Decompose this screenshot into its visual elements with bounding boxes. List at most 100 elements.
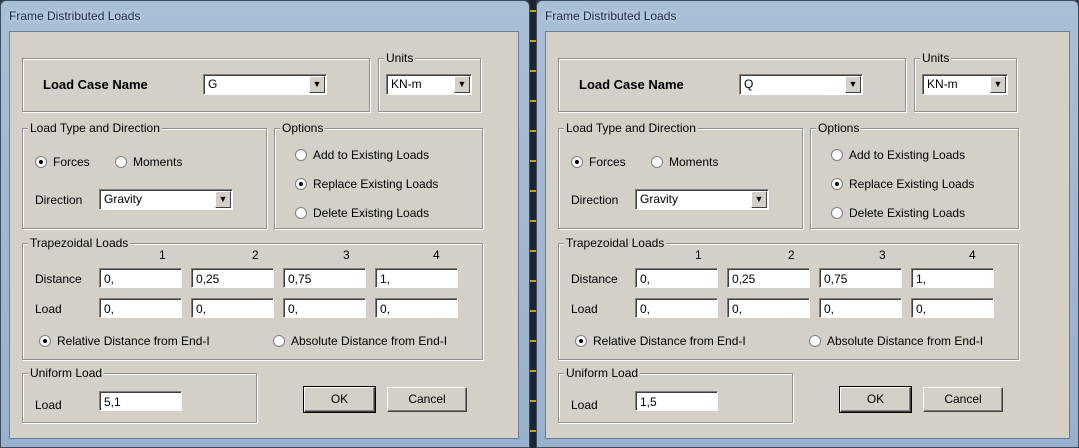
- absolute-distance-radio[interactable]: Absolute Distance from End-I: [273, 334, 447, 348]
- load-case-combo[interactable]: Q ▼: [739, 74, 863, 95]
- cancel-button[interactable]: Cancel: [387, 387, 467, 412]
- load-field-4[interactable]: [911, 298, 994, 318]
- frame-distributed-loads-dialog-g: Frame Distributed Loads Load Case Name G…: [0, 0, 530, 448]
- option-add-radio[interactable]: Add to Existing Loads: [295, 148, 429, 162]
- uniform-load-field[interactable]: [635, 391, 718, 411]
- ok-button[interactable]: OK: [303, 386, 376, 413]
- radio-unchecked-icon: [295, 149, 307, 161]
- uniform-load-label: Load: [571, 398, 598, 412]
- distance-field-2[interactable]: [191, 268, 274, 288]
- units-group: Units KN-m ▼: [914, 51, 1017, 112]
- options-group-label: Options: [816, 121, 862, 135]
- column-header-3: 3: [343, 248, 350, 262]
- forces-radio[interactable]: Forces: [35, 155, 90, 169]
- forces-radio[interactable]: Forces: [571, 155, 626, 169]
- option-add-radio[interactable]: Add to Existing Loads: [831, 148, 965, 162]
- column-header-2: 2: [788, 248, 795, 262]
- trapezoidal-group-label: Trapezoidal Loads: [28, 236, 131, 250]
- load-type-group-label: Load Type and Direction: [564, 121, 698, 135]
- moments-radio[interactable]: Moments: [115, 155, 182, 169]
- load-case-label: Load Case Name: [43, 77, 148, 92]
- load-case-group: Load Case Name G ▼: [22, 58, 370, 112]
- load-field-2[interactable]: [191, 298, 274, 318]
- option-delete-radio[interactable]: Delete Existing Loads: [831, 206, 965, 220]
- radio-unchecked-icon: [295, 207, 307, 219]
- option-delete-radio[interactable]: Delete Existing Loads: [295, 206, 429, 220]
- option-replace-label: Replace Existing Loads: [849, 177, 975, 191]
- distance-field-4[interactable]: [375, 268, 458, 288]
- option-replace-radio[interactable]: Replace Existing Loads: [831, 177, 974, 191]
- load-row-label: Load: [571, 302, 598, 316]
- radio-unchecked-icon: [831, 149, 843, 161]
- relative-distance-radio[interactable]: Relative Distance from End-I: [575, 334, 746, 348]
- chevron-down-icon[interactable]: ▼: [309, 76, 325, 93]
- direction-value: Gravity: [104, 192, 143, 206]
- direction-combo[interactable]: Gravity ▼: [635, 189, 769, 210]
- chevron-down-icon[interactable]: ▼: [751, 191, 767, 208]
- radio-checked-icon: [571, 156, 583, 168]
- options-group: Options Add to Existing Loads Replace Ex…: [274, 121, 483, 229]
- window-title: Frame Distributed Loads: [9, 9, 141, 23]
- ok-button[interactable]: OK: [839, 386, 912, 413]
- column-header-4: 4: [969, 248, 976, 262]
- units-group: Units KN-m ▼: [378, 51, 481, 112]
- distance-field-3[interactable]: [283, 268, 366, 288]
- distance-field-3[interactable]: [819, 268, 902, 288]
- radio-checked-icon: [295, 178, 307, 190]
- chevron-down-icon[interactable]: ▼: [990, 76, 1006, 93]
- window-title: Frame Distributed Loads: [545, 9, 677, 23]
- option-delete-label: Delete Existing Loads: [849, 206, 966, 220]
- direction-label: Direction: [35, 193, 83, 207]
- forces-label: Forces: [53, 155, 90, 169]
- load-row-label: Load: [35, 302, 62, 316]
- moments-label: Moments: [133, 155, 183, 169]
- load-case-value: G: [208, 77, 218, 91]
- moments-label: Moments: [669, 155, 719, 169]
- relative-distance-label: Relative Distance from End-I: [593, 334, 746, 348]
- uniform-load-group-label: Uniform Load: [28, 366, 105, 380]
- chevron-down-icon[interactable]: ▼: [454, 76, 470, 93]
- options-group-label: Options: [280, 121, 326, 135]
- relative-distance-radio[interactable]: Relative Distance from End-I: [39, 334, 210, 348]
- chevron-down-icon[interactable]: ▼: [845, 76, 861, 93]
- radio-checked-icon: [831, 178, 843, 190]
- direction-combo[interactable]: Gravity ▼: [99, 189, 233, 210]
- trapezoidal-group-label: Trapezoidal Loads: [564, 236, 667, 250]
- moments-radio[interactable]: Moments: [651, 155, 718, 169]
- distance-field-2[interactable]: [727, 268, 810, 288]
- trapezoidal-loads-group: Trapezoidal Loads 1 2 3 4 Distance Load …: [558, 236, 1019, 360]
- load-field-4[interactable]: [375, 298, 458, 318]
- load-field-2[interactable]: [727, 298, 810, 318]
- radio-unchecked-icon: [809, 335, 821, 347]
- option-delete-label: Delete Existing Loads: [313, 206, 430, 220]
- uniform-load-field[interactable]: [99, 391, 182, 411]
- option-add-label: Add to Existing Loads: [849, 148, 966, 162]
- units-combo[interactable]: KN-m ▼: [922, 74, 1008, 95]
- distance-field-1[interactable]: [99, 268, 182, 288]
- load-field-3[interactable]: [283, 298, 366, 318]
- option-replace-radio[interactable]: Replace Existing Loads: [295, 177, 438, 191]
- column-header-1: 1: [159, 248, 166, 262]
- chevron-down-icon[interactable]: ▼: [215, 191, 231, 208]
- load-field-3[interactable]: [819, 298, 902, 318]
- load-type-group: Load Type and Direction Forces Moments D…: [558, 121, 803, 229]
- absolute-distance-label: Absolute Distance from End-I: [827, 334, 984, 348]
- units-value: KN-m: [391, 77, 422, 91]
- load-field-1[interactable]: [99, 298, 182, 318]
- radio-checked-icon: [39, 335, 51, 347]
- uniform-load-group-label: Uniform Load: [564, 366, 641, 380]
- cancel-button[interactable]: Cancel: [923, 387, 1003, 412]
- frame-distributed-loads-dialog-q: Frame Distributed Loads Load Case Name Q…: [536, 0, 1079, 448]
- direction-label: Direction: [571, 193, 619, 207]
- radio-unchecked-icon: [831, 207, 843, 219]
- load-case-combo[interactable]: G ▼: [203, 74, 327, 95]
- distance-field-1[interactable]: [635, 268, 718, 288]
- absolute-distance-radio[interactable]: Absolute Distance from End-I: [809, 334, 983, 348]
- distance-field-4[interactable]: [911, 268, 994, 288]
- distance-row-label: Distance: [35, 272, 82, 286]
- dialog-client-area: Load Case Name G ▼ Units KN-m ▼ Load Typ…: [9, 31, 519, 439]
- load-field-1[interactable]: [635, 298, 718, 318]
- radio-checked-icon: [575, 335, 587, 347]
- radio-unchecked-icon: [273, 335, 285, 347]
- units-combo[interactable]: KN-m ▼: [386, 74, 472, 95]
